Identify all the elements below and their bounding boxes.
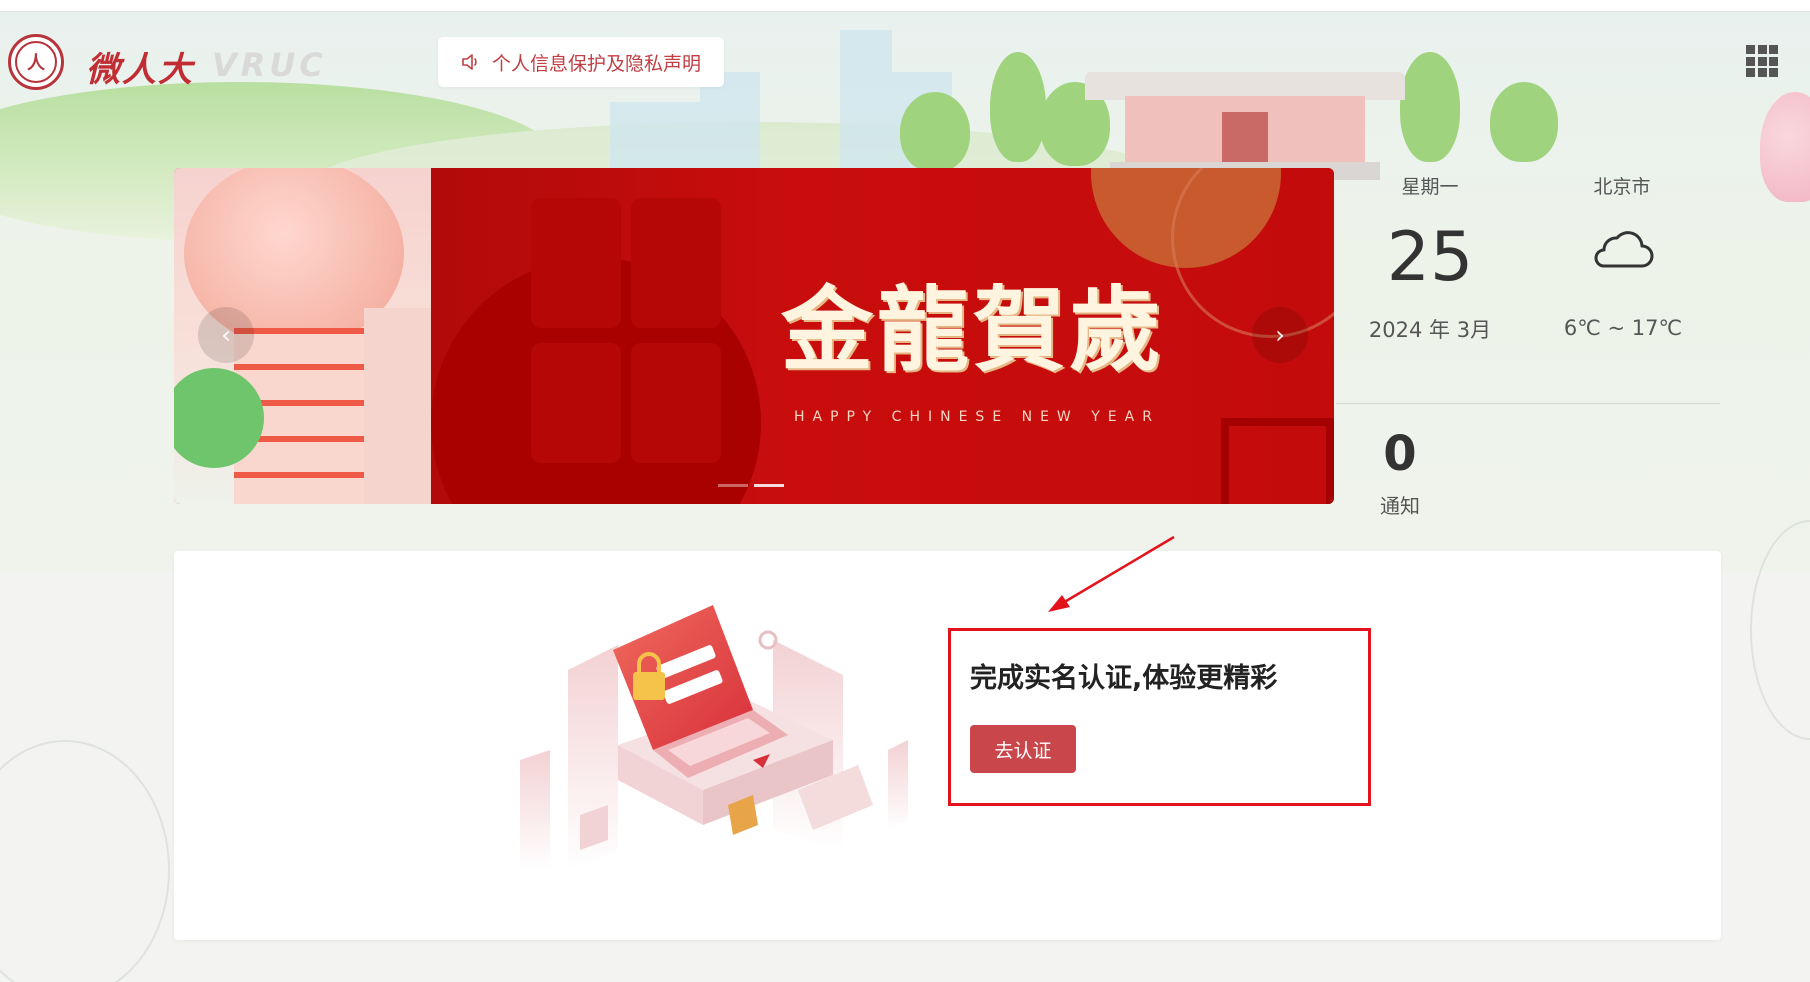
notice-label[interactable]: 通知 <box>1360 490 1440 519</box>
carousel-slide-active[interactable]: 金龍賀歲 HAPPY CHINESE NEW YEAR <box>431 168 1334 504</box>
cloud-icon <box>1594 231 1654 268</box>
carousel-indicator[interactable] <box>718 484 748 487</box>
chevron-left-icon: ‹ <box>221 321 231 349</box>
weekday-label: 星期一 <box>1401 176 1459 198</box>
privacy-notice-label: 个人信息保护及隐私声明 <box>492 52 702 75</box>
decorative-flower-outline <box>0 740 170 982</box>
security-laptop-illustration <box>520 605 908 870</box>
privacy-notice-button[interactable]: 个人信息保护及隐私声明 <box>438 37 724 87</box>
speaker-icon <box>462 54 477 70</box>
notice-count[interactable]: 0 <box>1360 426 1440 482</box>
slide-title: 金龍賀歲 <box>781 276 1166 384</box>
temperature-range: 6℃ ~ 17℃ <box>1563 316 1683 340</box>
chevron-right-icon: › <box>1275 321 1285 349</box>
date-day: 25 <box>1386 218 1474 297</box>
carousel-prev-button[interactable]: ‹ <box>198 307 254 363</box>
carousel-next-button[interactable]: › <box>1252 307 1308 363</box>
university-seal-logo[interactable]: 人 <box>8 34 64 90</box>
apps-grid-icon[interactable] <box>1746 45 1778 77</box>
date-year-month: 2024 年 3月 <box>1368 318 1492 342</box>
divider <box>1336 403 1720 404</box>
browser-top-edge <box>0 0 1810 12</box>
carousel-indicator-active[interactable] <box>754 484 784 487</box>
logo-text-en[interactable]: VRUC <box>212 46 327 84</box>
banner-carousel[interactable]: 金龍賀歲 HAPPY CHINESE NEW YEAR ‹ › <box>174 168 1334 504</box>
carousel-indicators <box>718 484 784 487</box>
annotation-highlight-box <box>948 628 1371 806</box>
city-label: 北京市 <box>1593 176 1651 198</box>
slide-subtitle: HAPPY CHINESE NEW YEAR <box>794 409 1160 425</box>
logo-text-cn[interactable]: 微人大 <box>86 42 194 91</box>
annotation-arrow-icon <box>1048 535 1175 612</box>
